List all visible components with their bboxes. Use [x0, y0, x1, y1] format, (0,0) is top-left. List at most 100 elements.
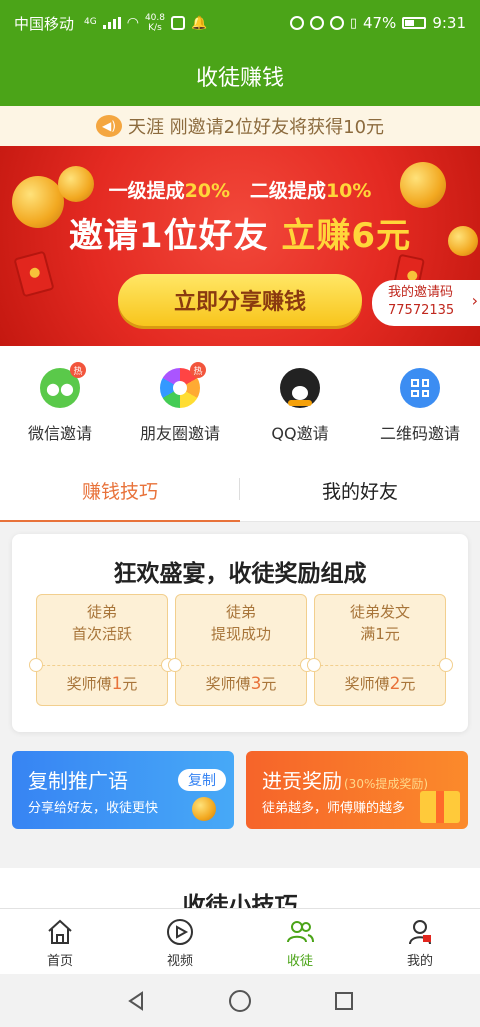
nav-label: 我的 — [406, 954, 433, 969]
clock: 9:31 — [432, 14, 466, 32]
reward-unit: 元 — [261, 675, 277, 693]
ticket-line2: 提现成功 — [210, 625, 271, 643]
invite-method-label: QQ邀请 — [271, 424, 329, 443]
nav-home[interactable]: 首页 — [0, 909, 120, 974]
reward-amount: 3 — [250, 674, 262, 694]
hot-badge: 热 — [190, 362, 206, 378]
reward-prefix: 奖师傅 — [205, 675, 251, 693]
reward-ticket: 徒弟 提现成功 奖师傅3元 — [168, 594, 314, 706]
nav-label: 收徒 — [286, 954, 313, 969]
reward-unit: 元 — [122, 675, 138, 693]
moments-icon: 热 — [160, 362, 206, 408]
battery-icon — [402, 17, 427, 29]
signal-icon — [102, 17, 121, 29]
reward-title: 狂欢盛宴，收徒奖励组成 — [113, 561, 367, 587]
battery-percent: 47% — [362, 14, 397, 32]
speed-unit: K/s — [148, 23, 162, 33]
qrcode-icon — [400, 368, 440, 408]
invite-notice: ◀) 天涯 刚邀请2位好友将获得10元 — [0, 106, 480, 146]
network-speed: 40.8 K/s — [145, 13, 165, 33]
nav-profile[interactable]: 我的 — [360, 909, 480, 974]
invite-code-value: 77572135 — [388, 303, 455, 318]
bottom-nav: 首页 视频 收徒 我的 — [0, 908, 480, 974]
home-circle-icon[interactable] — [228, 989, 252, 1013]
ticket-reward: 奖师傅2元 — [315, 673, 445, 694]
back-icon[interactable] — [124, 989, 148, 1013]
ticket-line1: 徒弟 — [86, 603, 117, 621]
tribute-tag: (30%提成奖励) — [344, 777, 429, 791]
invite-method-label: 朋友圈邀请 — [139, 424, 220, 443]
network-type: 4G — [84, 17, 97, 27]
invite-qrcode[interactable]: 二维码邀请 — [360, 346, 480, 460]
headline-text: 邀请1位好友 — [68, 216, 269, 256]
tribute-subtitle: 徒弟越多，师傅赚的越多 — [262, 801, 406, 816]
invite-qq[interactable]: QQ邀请 — [240, 346, 360, 460]
ticket-line1: 徒弟 — [225, 603, 256, 621]
ticket-line2: 首次活跃 — [71, 625, 132, 643]
tab-earning-tips[interactable]: 赚钱技巧 — [0, 460, 240, 522]
level1-label: 一级提成 — [108, 180, 185, 202]
wechat-icon: ●● 热 — [40, 362, 86, 408]
copy-promo-title: 复制推广语 — [28, 769, 128, 793]
headset-icon — [289, 16, 304, 30]
system-nav-bar — [0, 974, 480, 1027]
notice-text: 天涯 刚邀请2位好友将获得10元 — [127, 117, 385, 138]
recents-icon[interactable] — [332, 989, 356, 1013]
speed-value: 40.8 — [144, 13, 165, 23]
page-title: 收徒赚钱 — [195, 66, 284, 91]
ticket-reward: 奖师傅3元 — [176, 673, 306, 694]
reward-ticket: 徒弟发文 满1元 奖师傅2元 — [307, 594, 453, 706]
status-bar: 中国移动 4G ◠ 40.8 K/s 🔔 ▯ 47% 9:31 — [0, 0, 480, 46]
video-icon — [167, 919, 193, 945]
reward-card: 狂欢盛宴，收徒奖励组成 徒弟 首次活跃 奖师傅1元 徒弟 提现成功 奖师傅3元 … — [12, 534, 468, 732]
tab-divider — [239, 478, 240, 500]
level2-label: 二级提成 — [249, 180, 326, 202]
tribute-title-text: 进贡奖励 — [262, 769, 342, 793]
tribute-reward-card[interactable]: 进贡奖励 (30%提成奖励) 徒弟越多，师傅赚的越多 — [246, 751, 468, 829]
share-earn-button[interactable]: 立即分享赚钱 — [118, 274, 362, 326]
reward-unit: 元 — [400, 675, 416, 693]
reward-prefix: 奖师傅 — [66, 675, 112, 693]
level2-value: 10% — [325, 180, 372, 202]
invite-code-label: 我的邀请码 — [388, 285, 454, 300]
reward-prefix: 奖师傅 — [344, 675, 390, 693]
invite-code-box[interactable]: 我的邀请码 77572135 › — [372, 280, 480, 326]
invite-method-label: 二维码邀请 — [379, 424, 460, 443]
chevron-right-icon: › — [471, 291, 478, 310]
gift-icon — [420, 791, 460, 823]
coin-icon — [192, 797, 216, 821]
invite-banner: 一级提成20% 二级提成10% 邀请1位好友 立赚6元 立即分享赚钱 我的邀请码… — [0, 146, 480, 346]
disciples-icon — [287, 921, 314, 943]
profile-icon — [409, 920, 431, 945]
level1-value: 20% — [184, 180, 231, 202]
nav-video[interactable]: 视频 — [120, 909, 240, 974]
wifi-icon: ◠ — [126, 15, 139, 31]
reward-amount: 2 — [389, 674, 401, 694]
invite-method-label: 微信邀请 — [27, 424, 92, 443]
nav-disciples[interactable]: 收徒 — [240, 909, 360, 974]
content-tabs: 赚钱技巧 我的好友 — [0, 460, 480, 522]
invite-moments[interactable]: 热 朋友圈邀请 — [120, 346, 240, 460]
app-notification-icon — [170, 16, 185, 30]
eye-icon — [309, 16, 324, 30]
reward-ticket: 徒弟 首次活跃 奖师傅1元 — [29, 594, 175, 706]
invite-methods: ●● 热 微信邀请 热 朋友圈邀请 QQ邀请 二维码邀请 — [0, 346, 480, 460]
megaphone-icon: ◀) — [95, 115, 122, 137]
alarm-icon — [329, 16, 344, 30]
banner-headline: 邀请1位好友 立赚6元 — [0, 208, 480, 257]
page-header: 收徒赚钱 — [0, 46, 480, 106]
reward-amount: 1 — [111, 674, 123, 694]
carrier-name: 中国移动 — [14, 14, 75, 33]
invite-wechat[interactable]: ●● 热 微信邀请 — [0, 346, 120, 460]
nav-label: 视频 — [166, 954, 193, 969]
nav-label: 首页 — [46, 954, 73, 969]
vibrate-icon: ▯ — [349, 15, 357, 31]
tribute-title: 进贡奖励 (30%提成奖励) — [262, 765, 428, 794]
copy-promo-subtitle: 分享给好友，收徒更快 — [28, 801, 159, 816]
home-icon — [48, 919, 72, 944]
copy-promo-card[interactable]: 复制推广语 分享给好友，收徒更快 复制 — [12, 751, 234, 829]
ticket-reward: 奖师傅1元 — [37, 673, 167, 694]
bell-icon: 🔔 — [190, 15, 208, 31]
tab-my-friends[interactable]: 我的好友 — [240, 460, 480, 521]
copy-button[interactable]: 复制 — [178, 769, 226, 791]
